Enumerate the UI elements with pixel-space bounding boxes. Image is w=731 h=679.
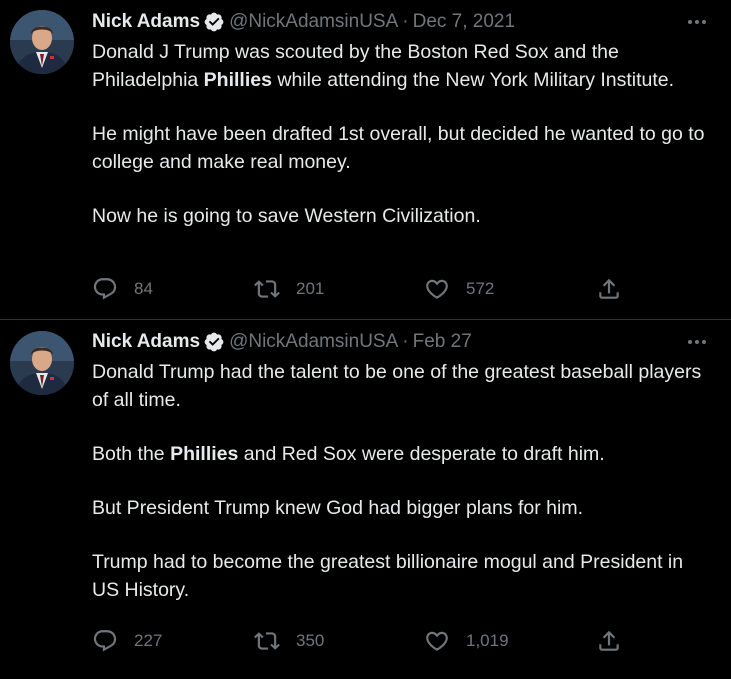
retweet-count: 201 <box>296 279 325 298</box>
display-name[interactable]: Nick Adams <box>92 11 200 33</box>
handle[interactable]: @NickAdamsinUSA <box>229 11 398 33</box>
share-icon <box>599 630 619 651</box>
separator: · <box>402 331 409 352</box>
like-count: 1,019 <box>466 631 509 650</box>
retweet-icon <box>254 280 280 298</box>
timestamp[interactable]: Dec 7, 2021 <box>413 11 515 33</box>
reply-count: 84 <box>134 279 153 298</box>
action-bar: 227 350 1,019 <box>92 626 632 656</box>
tweet[interactable]: Nick Adams @NickAdamsinUSA · Feb 27 Dona… <box>0 320 731 679</box>
share-button[interactable] <box>596 626 622 656</box>
like-button[interactable]: 1,019 <box>424 626 509 656</box>
tweet-paragraph: Both the Phillies and Red Sox were despe… <box>92 443 605 465</box>
action-bar: 84 201 572 <box>92 274 632 304</box>
reply-count: 227 <box>134 631 163 650</box>
reply-button[interactable]: 84 <box>92 274 153 304</box>
more-dots-icon[interactable] <box>685 334 709 350</box>
tweet-paragraph: Donald Trump had the talent to be one of… <box>92 361 702 411</box>
tweet[interactable]: Nick Adams @NickAdamsinUSA · Dec 7, 2021… <box>0 0 731 320</box>
timestamp[interactable]: Feb 27 <box>413 331 472 353</box>
like-button[interactable]: 572 <box>424 274 494 304</box>
avatar[interactable] <box>10 10 74 74</box>
share-button[interactable] <box>596 274 622 304</box>
share-icon <box>599 278 619 299</box>
avatar[interactable] <box>10 331 74 395</box>
more-dots-icon[interactable] <box>685 14 709 30</box>
retweet-icon <box>254 632 280 650</box>
reply-icon <box>93 278 117 300</box>
reply-button[interactable]: 227 <box>92 626 162 656</box>
retweet-button[interactable]: 201 <box>254 274 324 304</box>
verified-badge-icon <box>204 12 224 32</box>
display-name[interactable]: Nick Adams <box>92 331 200 353</box>
handle[interactable]: @NickAdamsinUSA <box>229 331 398 353</box>
retweet-count: 350 <box>296 631 325 650</box>
bold-keyword: Phillies <box>170 443 239 465</box>
verified-badge-icon <box>204 332 224 352</box>
tweet-text: Donald Trump had the talent to be one of… <box>92 358 715 604</box>
tweet-paragraph: Now he is going to save Western Civiliza… <box>92 205 481 227</box>
retweet-button[interactable]: 350 <box>254 626 324 656</box>
tweet-header: Nick Adams @NickAdamsinUSA · Dec 7, 2021 <box>92 10 715 34</box>
reply-icon <box>93 630 117 652</box>
tweet-paragraph: Donald J Trump was scouted by the Boston… <box>92 41 675 91</box>
bold-keyword: Phillies <box>203 69 272 91</box>
tweet-header: Nick Adams @NickAdamsinUSA · Feb 27 <box>92 330 715 354</box>
tweet-paragraph: He might have been drafted 1st overall, … <box>92 123 705 173</box>
heart-icon <box>426 631 448 651</box>
like-count: 572 <box>466 279 495 298</box>
heart-icon <box>426 279 448 299</box>
tweet-text: Donald J Trump was scouted by the Boston… <box>92 38 715 230</box>
separator: · <box>402 11 409 32</box>
tweet-paragraph: Trump had to become the greatest billion… <box>92 551 684 601</box>
tweet-paragraph: But President Trump knew God had bigger … <box>92 497 584 519</box>
